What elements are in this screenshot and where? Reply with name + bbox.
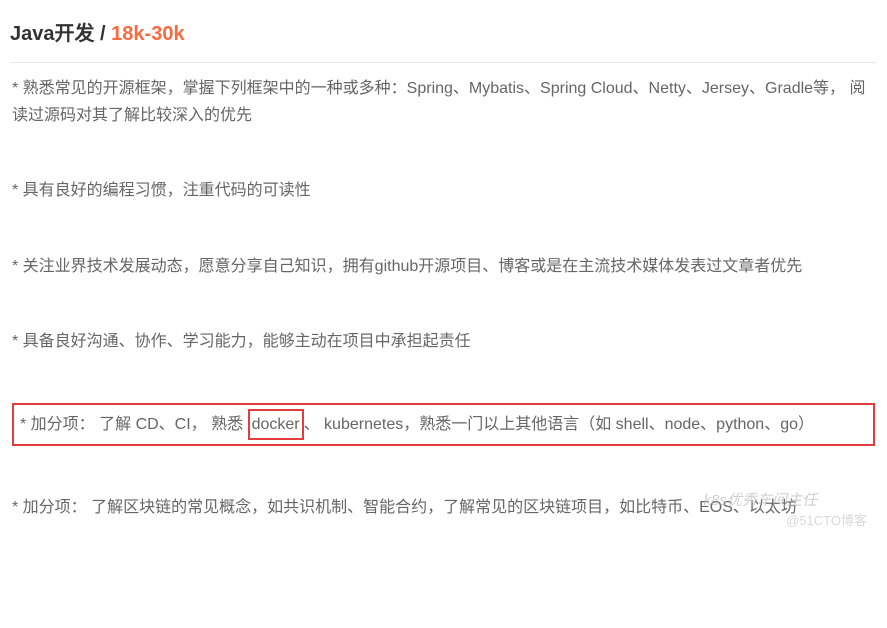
- job-content: * 熟悉常见的开源框架，掌握下列框架中的一种或多种：Spring、Mybatis…: [10, 75, 877, 521]
- requirement-prefix: * 加分项： 了解 CD、CI， 熟悉: [20, 416, 248, 433]
- requirement-item: * 加分项： 了解 CD、CI， 熟悉 docker、 kubernetes，熟…: [20, 409, 867, 440]
- requirement-suffix: 、 kubernetes，熟悉一门以上其他语言（如 shell、node、pyt…: [304, 416, 814, 433]
- requirement-item: * 具备良好沟通、协作、学习能力，能够主动在项目中承担起责任: [12, 328, 875, 355]
- docker-keyword-highlight: docker: [248, 409, 304, 440]
- job-salary: 18k-30k: [111, 23, 184, 45]
- job-title: Java开发 /: [10, 23, 111, 45]
- highlighted-requirement-box: * 加分项： 了解 CD、CI， 熟悉 docker、 kubernetes，熟…: [12, 403, 875, 446]
- requirement-item: * 熟悉常见的开源框架，掌握下列框架中的一种或多种：Spring、Mybatis…: [12, 75, 875, 129]
- job-header: Java开发 / 18k-30k: [10, 10, 877, 63]
- requirement-item: * 关注业界技术发展动态，愿意分享自己知识，拥有github开源项目、博客或是在…: [12, 253, 875, 280]
- blog-watermark: @51CTO博客: [786, 511, 867, 532]
- requirement-item: * 具有良好的编程习惯，注重代码的可读性: [12, 177, 875, 204]
